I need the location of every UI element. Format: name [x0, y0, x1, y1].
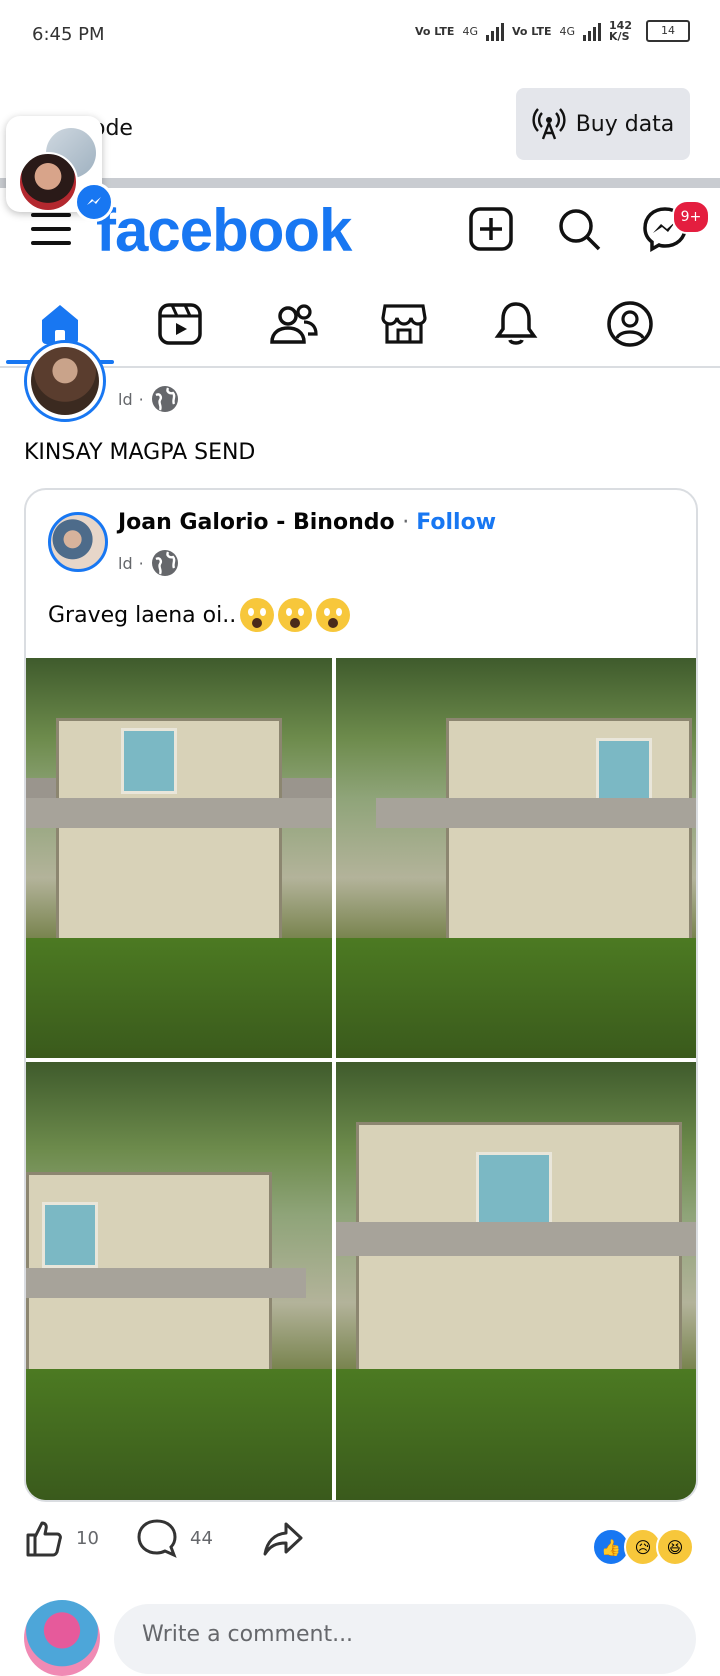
signal-icon: [583, 21, 602, 41]
scream-emoji-icon: [278, 598, 313, 632]
photo-grid: [26, 658, 696, 1500]
nav-tabs: [0, 280, 720, 368]
network-type-1: 4G: [462, 24, 478, 38]
facebook-logo[interactable]: facebook: [96, 196, 352, 265]
comment-button[interactable]: 44: [136, 1518, 213, 1558]
status-time: 6:45 PM: [32, 24, 105, 45]
comment-input[interactable]: Write a comment...: [114, 1604, 696, 1674]
shared-author-name[interactable]: Joan Galorio - Binondo: [118, 510, 395, 535]
post-time: ld: [118, 389, 133, 409]
tab-marketplace[interactable]: [374, 294, 434, 354]
comment-icon: [137, 1519, 177, 1558]
photo-divider: [26, 1058, 696, 1062]
profile-icon: [607, 301, 653, 347]
bell-icon: [494, 302, 538, 345]
globe-icon: [151, 550, 178, 576]
post-actions: 10 44 👍 😥 😆: [0, 1518, 720, 1578]
search-button[interactable]: [552, 202, 606, 256]
network-type-2: 4G: [559, 24, 576, 38]
shared-post-text: Graveg laena oi..: [48, 602, 237, 628]
like-count: 10: [76, 1527, 99, 1549]
friends-icon: [270, 304, 318, 344]
share-button[interactable]: [262, 1518, 304, 1558]
post-photo[interactable]: [336, 1062, 696, 1500]
volte-indicator-2: Vo LTE: [511, 24, 552, 38]
tab-profile[interactable]: [600, 294, 660, 354]
post-photo[interactable]: [26, 1062, 332, 1500]
share-icon: [263, 1522, 303, 1556]
chat-head[interactable]: [6, 116, 114, 222]
shared-post-time: ld: [118, 553, 133, 573]
globe-icon: [151, 386, 178, 412]
post-photo[interactable]: [26, 658, 332, 1058]
scream-emoji-icon: [316, 598, 351, 632]
reels-icon: [158, 303, 202, 345]
comment-placeholder: Write a comment...: [142, 1622, 354, 1647]
plus-square-icon: [469, 207, 513, 251]
shared-post-header: Joan Galorio - Binondo · Follow: [118, 510, 497, 535]
shared-post-meta: ld ·: [118, 548, 180, 578]
tab-reels[interactable]: [150, 294, 210, 354]
post-meta: ld ·: [118, 384, 180, 414]
current-user-avatar: [24, 1600, 100, 1676]
tab-friends[interactable]: [264, 294, 324, 354]
shared-post-card[interactable]: Joan Galorio - Binondo · Follow ld · Grav…: [24, 488, 698, 1502]
like-button[interactable]: 10: [24, 1518, 99, 1558]
buy-data-button[interactable]: Buy data: [516, 88, 690, 160]
tab-notifications[interactable]: [486, 294, 546, 354]
promo-strip: ode Buy data: [0, 72, 720, 178]
status-icons: Vo LTE 4G Vo LTE 4G 142 K/S 14: [415, 20, 690, 42]
messenger-icon: [74, 182, 114, 222]
status-bar: 6:45 PM Vo LTE 4G Vo LTE 4G 142 K/S 14: [0, 0, 720, 72]
divider: [0, 178, 720, 188]
comment-count: 44: [190, 1527, 213, 1549]
messenger-badge: 9+: [672, 200, 710, 234]
volte-indicator-1: Vo LTE: [414, 24, 455, 38]
antenna-icon: [532, 108, 566, 140]
shared-post-text-row: Graveg laena oi..: [48, 598, 351, 632]
marketplace-icon: [381, 304, 427, 344]
post-author-avatar[interactable]: [24, 340, 106, 422]
reaction-summary[interactable]: 👍 😥 😆: [592, 1528, 694, 1566]
follow-button[interactable]: Follow: [416, 510, 496, 535]
post-text: KINSAY MAGPA SEND: [24, 440, 256, 465]
signal-icon: [485, 21, 504, 41]
scream-emoji-icon: [240, 598, 275, 632]
haha-reaction-icon: 😆: [656, 1528, 694, 1566]
shared-author-avatar[interactable]: [48, 512, 108, 572]
net-speed: 142 K/S: [609, 19, 632, 43]
photo-divider: [332, 658, 336, 1500]
battery-icon: 14: [646, 20, 690, 42]
buy-data-label: Buy data: [575, 111, 675, 137]
search-icon: [559, 209, 601, 251]
chat-head-avatar: [18, 152, 78, 212]
hamburger-icon: [31, 213, 71, 245]
thumbs-up-icon: [26, 1521, 62, 1557]
create-button[interactable]: [464, 202, 518, 256]
post-photo[interactable]: [336, 658, 696, 1058]
